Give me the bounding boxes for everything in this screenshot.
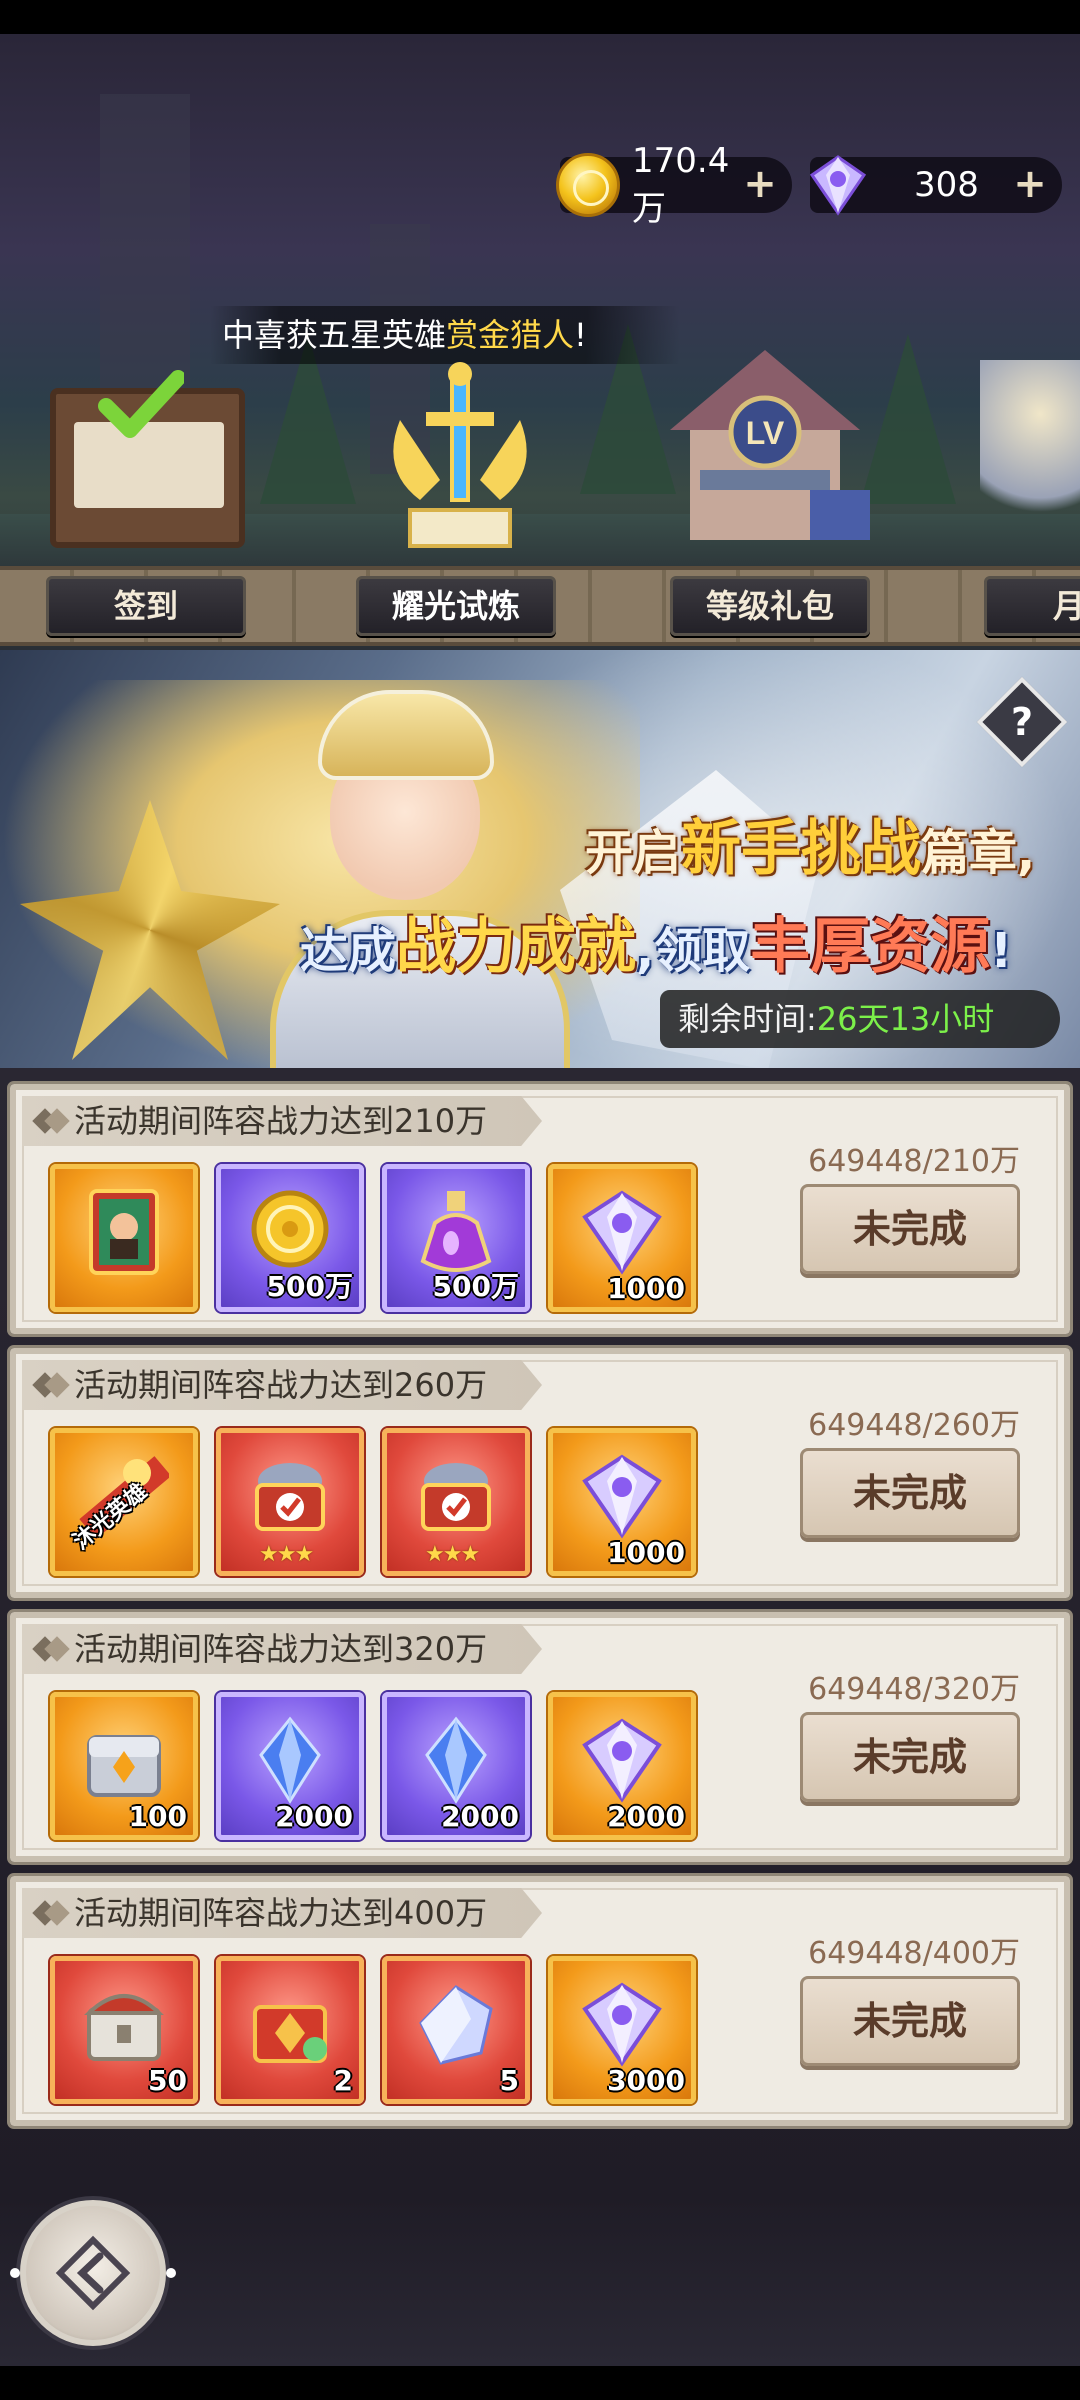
nav-gesture-bar — [0, 2366, 1080, 2400]
diamond-icon — [582, 1190, 662, 1275]
reward-ice-cube[interactable]: 5 — [382, 1956, 530, 2104]
promo-line-2: 达成战力成就,领取丰厚资源! — [300, 912, 1013, 982]
gold-coin-icon — [251, 1190, 329, 1268]
reward-qty: 2000 — [441, 1800, 519, 1833]
potion-icon — [420, 1191, 492, 1272]
tab-signin[interactable]: 签到 — [46, 576, 246, 636]
task-card: 活动期间阵容战力达到260万 沐光英雄 ★★★ ★★★ 1000 649448/… — [7, 1345, 1073, 1601]
reward-crystal[interactable]: 2000 — [216, 1692, 364, 1840]
reward-equipment-chest[interactable]: ★★★ — [216, 1428, 364, 1576]
timer-label: 剩余时间: — [678, 1000, 817, 1038]
reward-qty: 50 — [148, 2064, 187, 2097]
task-progress: 649448/400万 — [808, 1936, 1020, 1971]
incomplete-button[interactable]: 未完成 — [800, 1976, 1020, 2066]
task-progress: 649448/320万 — [808, 1672, 1020, 1707]
red-chest-icon — [253, 2005, 327, 2063]
task-card: 活动期间阵容战力达到320万 100 2000 2000 2000 649448… — [7, 1609, 1073, 1865]
task-title: 活动期间阵容战力达到320万 — [22, 1624, 542, 1674]
screen: 170.4万 + 308 + 中喜获五星英雄赏金猎人! LV 签到 耀光试炼 等… — [0, 0, 1080, 2400]
back-button[interactable] — [10, 2200, 176, 2346]
reward-qty: 2000 — [275, 1800, 353, 1833]
task-title: 活动期间阵容战力达到210万 — [22, 1096, 542, 1146]
gold-coin-icon — [556, 153, 620, 217]
reward-crystal[interactable]: 2000 — [382, 1692, 530, 1840]
ice-cube-icon — [419, 1985, 493, 2065]
tab-glory-trial[interactable]: 耀光试炼 — [356, 576, 556, 636]
reward-gold[interactable]: 500万 — [216, 1164, 364, 1312]
reward-diamond[interactable]: 3000 — [548, 1956, 696, 2104]
gold-amount: 170.4万 — [632, 140, 730, 229]
reward-qty: 500万 — [432, 1270, 519, 1303]
diamond-icon — [582, 1454, 662, 1539]
diamond-icon — [582, 1718, 662, 1803]
reward-diamond[interactable]: 1000 — [548, 1164, 696, 1312]
treasure-chest-icon — [84, 1994, 164, 2061]
task-card: 活动期间阵容战力达到210万 500万 500万 1000 649448/210… — [7, 1081, 1073, 1337]
trophy-building[interactable] — [380, 360, 540, 550]
reward-qty: 5 — [499, 2064, 519, 2097]
announcement-text: 中喜获五星英雄 — [222, 316, 447, 354]
checkmark-icon — [98, 370, 184, 438]
announcement-hero-name: 赏金猎人 — [446, 316, 575, 354]
reward-hero-card[interactable] — [50, 1164, 198, 1312]
level-shop-building[interactable]: LV — [660, 340, 870, 550]
remaining-time: 剩余时间:26天13小时 — [660, 990, 1060, 1048]
task-progress: 649448/260万 — [808, 1408, 1020, 1443]
crystal-icon — [425, 1716, 487, 1804]
reward-diamond[interactable]: 1000 — [548, 1428, 696, 1576]
gold-display: 170.4万 + — [556, 141, 792, 229]
tab-monthly[interactable]: 月 — [984, 576, 1080, 636]
tab-level-gift[interactable]: 等级礼包 — [670, 576, 870, 636]
promo-line-1: 开启新手挑战篇章, — [585, 814, 1036, 884]
reward-diamond[interactable]: 2000 — [548, 1692, 696, 1840]
task-progress: 649448/210万 — [808, 1144, 1020, 1179]
reward-equipment-chest[interactable]: ★★★ — [382, 1428, 530, 1576]
task-title: 活动期间阵容战力达到400万 — [22, 1888, 542, 1938]
svg-text:LV: LV — [746, 415, 785, 451]
diamond-icon — [582, 1982, 662, 2067]
incomplete-button[interactable]: 未完成 — [800, 1448, 1020, 1538]
add-diamond-button[interactable]: + — [1012, 164, 1048, 204]
fountain-building[interactable] — [980, 360, 1080, 540]
reward-qty: 2000 — [607, 1800, 685, 1833]
star-rating: ★★★ — [425, 1542, 480, 1567]
announcement-marquee: 中喜获五星英雄赏金猎人! — [210, 306, 680, 364]
star-rating: ★★★ — [259, 1542, 314, 1567]
equipment-chest-icon — [255, 1463, 325, 1531]
reward-red-chest[interactable]: 2 — [216, 1956, 364, 2104]
help-icon: ? — [1010, 700, 1034, 744]
back-arrow-icon — [55, 2235, 131, 2311]
reward-hero-ticket[interactable]: 沐光英雄 — [50, 1428, 198, 1576]
equipment-chest-icon — [421, 1463, 491, 1531]
add-gold-button[interactable]: + — [742, 164, 778, 204]
reward-silver-chest[interactable]: 100 — [50, 1692, 198, 1840]
silver-chest-icon — [87, 1735, 161, 1797]
reward-treasure-chest[interactable]: 50 — [50, 1956, 198, 2104]
diamond-amount: 308 — [914, 165, 979, 205]
crystal-icon — [259, 1716, 321, 1804]
timer-value: 26天13小时 — [816, 1000, 995, 1038]
hero-card-icon — [89, 1189, 159, 1275]
tree — [860, 334, 956, 504]
incomplete-button[interactable]: 未完成 — [800, 1712, 1020, 1802]
reward-qty: 500万 — [266, 1270, 353, 1303]
status-bar — [0, 0, 1080, 34]
diamond-display: 308 + — [809, 150, 1062, 220]
task-card: 活动期间阵容战力达到400万 50 2 5 3000 649448/400万 未… — [7, 1873, 1073, 2129]
reward-qty: 1000 — [607, 1272, 685, 1305]
reward-qty: 100 — [128, 1800, 187, 1833]
task-title: 活动期间阵容战力达到260万 — [22, 1360, 542, 1410]
reward-qty: 3000 — [607, 2064, 685, 2097]
reward-potion[interactable]: 500万 — [382, 1164, 530, 1312]
incomplete-button[interactable]: 未完成 — [800, 1184, 1020, 1274]
diamond-icon — [806, 153, 870, 217]
reward-qty: 1000 — [607, 1536, 685, 1569]
announcement-suffix: ! — [574, 316, 587, 354]
reward-qty: 2 — [333, 2064, 353, 2097]
